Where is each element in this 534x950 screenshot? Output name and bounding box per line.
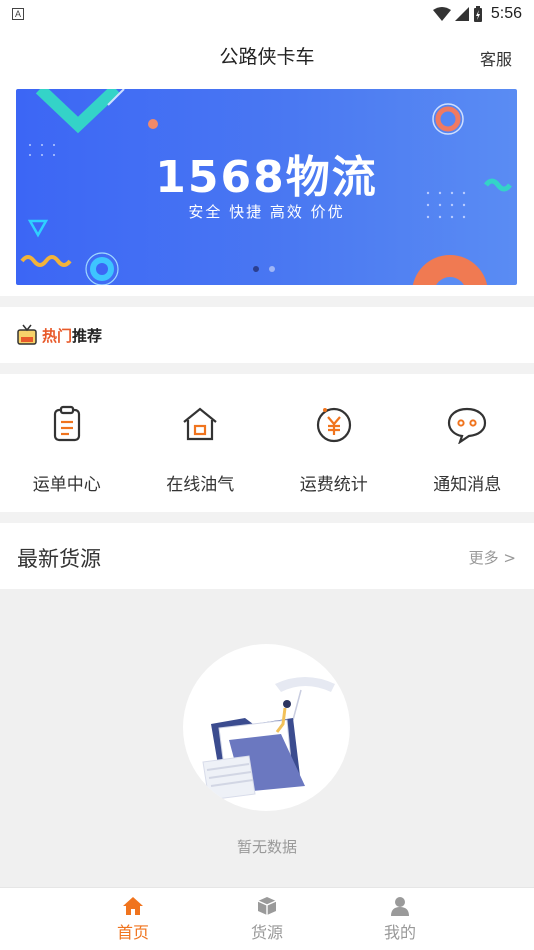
clock: 5:56 — [490, 5, 522, 22]
app-header: 公路侠卡车 客服 — [0, 28, 534, 80]
notification-a-icon: A — [12, 8, 24, 20]
empty-illustration — [183, 644, 350, 811]
grid-item-label: 通知消息 — [433, 475, 502, 495]
grid-item-notifications[interactable]: 通知消息 — [401, 374, 534, 512]
banner-section: 1568物流 安全 快捷 高效 价优 — [0, 80, 534, 296]
recommend-label: 推荐 — [72, 326, 103, 345]
promo-banner[interactable]: 1568物流 安全 快捷 高效 价优 — [16, 89, 517, 285]
empty-state: 暂无数据 — [0, 589, 534, 887]
yen-icon — [316, 407, 351, 443]
status-bar: A 5:56 — [0, 0, 534, 28]
banner-pager — [253, 266, 275, 272]
grid-item-fuel[interactable]: 在线油气 — [134, 374, 268, 512]
clipboard-icon — [53, 405, 80, 442]
more-link[interactable]: 更多 > — [469, 547, 516, 568]
banner-slogan: 安全 快捷 高效 价优 — [188, 203, 345, 221]
empty-message: 暂无数据 — [236, 838, 297, 856]
house-icon — [183, 407, 217, 441]
home-icon — [123, 897, 143, 915]
pager-dot-active[interactable] — [253, 266, 259, 272]
status-right: 5:56 — [432, 5, 522, 23]
empty-folder-illustration — [202, 677, 335, 801]
tv-badge-icon — [17, 324, 37, 345]
battery-icon — [473, 6, 482, 22]
grid-item-label: 运单中心 — [32, 475, 101, 495]
tab-label: 货源 — [250, 923, 283, 942]
banner-headline: 1568物流 — [155, 152, 378, 203]
hot-label: 热门 — [42, 326, 73, 345]
grid-item-label: 在线油气 — [166, 475, 235, 495]
function-grid: 运单中心 在线油气 运费统计 通知消息 — [0, 374, 534, 512]
bottom-tab-bar: 首页 货源 我的 — [0, 887, 534, 950]
signal-icon — [454, 7, 469, 21]
tab-home[interactable]: 首页 — [93, 896, 173, 943]
grid-item-freight-stats[interactable]: 运费统计 — [267, 374, 401, 512]
tab-label: 首页 — [116, 923, 149, 942]
tab-mine[interactable]: 我的 — [360, 896, 440, 943]
tab-cargo[interactable]: 货源 — [227, 896, 307, 943]
hot-recommend-bar[interactable]: 热门 推荐 — [0, 307, 534, 363]
section-title: 最新货源 — [17, 547, 101, 571]
tab-label: 我的 — [383, 923, 416, 942]
latest-cargo-header: 最新货源 更多 > — [0, 523, 534, 589]
pager-dot[interactable] — [269, 266, 275, 272]
wifi-icon — [432, 7, 451, 21]
user-icon — [391, 897, 409, 916]
customer-service-button[interactable]: 客服 — [480, 46, 512, 70]
page-title: 公路侠卡车 — [219, 46, 315, 68]
grid-item-waybill[interactable]: 运单中心 — [0, 374, 134, 512]
chat-icon — [448, 407, 487, 444]
home-screen: A 5:56 公路侠卡车 客服 1568物流 安全 快捷 高效 价优 热门 推荐… — [0, 0, 534, 950]
box-icon — [257, 897, 277, 915]
grid-item-label: 运费统计 — [299, 475, 368, 495]
